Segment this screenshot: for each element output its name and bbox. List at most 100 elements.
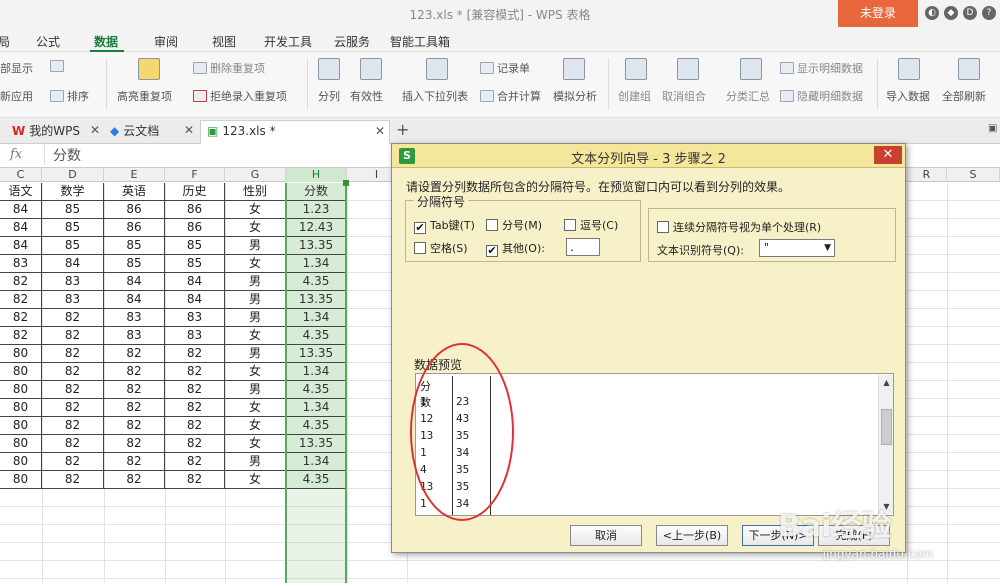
table-cell[interactable]: 82	[42, 309, 104, 327]
reapply-button[interactable]: 新应用	[0, 88, 33, 104]
close-icon[interactable]: ✕	[90, 123, 100, 137]
show-all-button[interactable]: 部显示	[0, 60, 33, 76]
table-header-cell[interactable]: 历史	[165, 183, 225, 201]
table-cell[interactable]: 83	[104, 327, 165, 345]
table-cell[interactable]: 82	[165, 363, 225, 381]
space-checkbox[interactable]: 空格(S)	[414, 240, 468, 256]
table-cell[interactable]: 83	[42, 291, 104, 309]
table-cell[interactable]: 82	[42, 417, 104, 435]
tab-data[interactable]: 数据	[94, 33, 118, 50]
record-form-button[interactable]: 记录单	[480, 60, 530, 76]
table-cell[interactable]: 女	[225, 417, 286, 435]
fx-icon[interactable]: fx	[10, 147, 22, 162]
table-cell[interactable]: 84	[165, 291, 225, 309]
tab-review[interactable]: 审阅	[154, 33, 178, 50]
merge-calc-button[interactable]: 合并计算	[480, 88, 541, 104]
table-cell[interactable]: 82	[42, 363, 104, 381]
tab-cloud[interactable]: 云服务	[334, 33, 370, 50]
table-cell[interactable]: 80	[0, 471, 42, 489]
help-icon[interactable]: ?	[982, 6, 996, 20]
ungroup-button[interactable]: 取消组合	[662, 88, 706, 104]
table-cell[interactable]: 84	[104, 273, 165, 291]
table-cell[interactable]: 83	[104, 309, 165, 327]
table-cell[interactable]: 男	[225, 237, 286, 255]
semicolon-checkbox[interactable]: 分号(M)	[486, 217, 542, 233]
new-tab-icon[interactable]: +	[396, 120, 409, 139]
table-cell[interactable]: 女	[225, 201, 286, 219]
close-icon[interactable]: ✕	[375, 124, 385, 138]
table-cell[interactable]: 85	[104, 255, 165, 273]
table-cell[interactable]: 84	[165, 273, 225, 291]
back-button[interactable]: <上一步(B)	[656, 525, 728, 546]
reject-duplicates-button[interactable]: 拒绝录入重复项	[193, 88, 287, 104]
other-checkbox[interactable]: ✔ 其他(O):	[486, 240, 545, 257]
simulate-analysis-button[interactable]: 模拟分析	[553, 88, 597, 104]
table-cell[interactable]: 80	[0, 345, 42, 363]
table-cell[interactable]: 男	[225, 453, 286, 471]
dialog-close-button[interactable]: ✕	[874, 146, 902, 164]
table-cell[interactable]: 82	[42, 381, 104, 399]
table-cell[interactable]: 82	[42, 471, 104, 489]
scroll-thumb[interactable]	[881, 409, 892, 445]
table-cell[interactable]: 男	[225, 291, 286, 309]
table-cell[interactable]: 80	[0, 363, 42, 381]
consecutive-checkbox[interactable]: 连续分隔符号视为单个处理(R)	[657, 219, 821, 235]
comma-checkbox[interactable]: 逗号(C)	[564, 217, 618, 233]
table-cell[interactable]: 82	[104, 399, 165, 417]
tab-view[interactable]: 视图	[212, 33, 236, 50]
table-cell[interactable]: 86	[104, 201, 165, 219]
table-cell[interactable]: 82	[165, 417, 225, 435]
table-cell[interactable]: 85	[165, 237, 225, 255]
skin-icon[interactable]: ◐	[925, 6, 939, 20]
table-cell[interactable]: 女	[225, 363, 286, 381]
table-cell[interactable]: 82	[42, 399, 104, 417]
table-cell[interactable]: 82	[104, 363, 165, 381]
table-cell[interactable]: 82	[165, 381, 225, 399]
table-cell[interactable]: 85	[42, 219, 104, 237]
table-cell[interactable]: 82	[0, 273, 42, 291]
table-cell[interactable]: 80	[0, 417, 42, 435]
table-cell[interactable]: 80	[0, 453, 42, 471]
table-header-cell[interactable]: 性别	[225, 183, 286, 201]
table-cell[interactable]: 84	[0, 201, 42, 219]
table-cell[interactable]: 82	[42, 345, 104, 363]
table-cell[interactable]: 80	[0, 399, 42, 417]
table-cell[interactable]: 男	[225, 381, 286, 399]
table-cell[interactable]: 83	[42, 273, 104, 291]
delete-duplicates-button[interactable]: 删除重复项	[193, 60, 265, 76]
table-cell[interactable]: 女	[225, 219, 286, 237]
close-icon[interactable]: ✕	[184, 123, 194, 137]
table-cell[interactable]: 女	[225, 471, 286, 489]
table-cell[interactable]: 82	[104, 417, 165, 435]
fill-handle[interactable]	[343, 180, 349, 186]
other-delimiter-input[interactable]: .	[566, 238, 600, 256]
table-cell[interactable]: 82	[104, 453, 165, 471]
show-detail-button[interactable]: 显示明细数据	[780, 60, 863, 76]
table-cell[interactable]: 82	[42, 327, 104, 345]
table-cell[interactable]: 82	[165, 471, 225, 489]
table-header-cell[interactable]: 数学	[42, 183, 104, 201]
subtotal-button[interactable]: 分类汇总	[726, 88, 770, 104]
scroll-up-icon[interactable]: ▲	[880, 376, 893, 389]
validity-button[interactable]: 有效性	[350, 88, 383, 104]
column-header-f[interactable]: F	[165, 168, 225, 182]
table-cell[interactable]: 85	[42, 201, 104, 219]
table-cell[interactable]: 82	[0, 327, 42, 345]
table-cell[interactable]: 83	[165, 327, 225, 345]
table-cell[interactable]: 男	[225, 273, 286, 291]
tab-smart-tools[interactable]: 智能工具箱	[390, 33, 450, 50]
table-cell[interactable]: 82	[165, 345, 225, 363]
table-cell[interactable]: 82	[104, 381, 165, 399]
table-cell[interactable]: 女	[225, 435, 286, 453]
table-cell[interactable]: 82	[165, 399, 225, 417]
split-column-button[interactable]: 分列	[318, 88, 340, 104]
table-cell[interactable]: 86	[104, 219, 165, 237]
column-header-s[interactable]: S	[947, 168, 1000, 182]
table-cell[interactable]: 85	[104, 237, 165, 255]
table-cell[interactable]: 82	[104, 471, 165, 489]
table-cell[interactable]: 80	[0, 381, 42, 399]
table-cell[interactable]: 86	[165, 219, 225, 237]
doc-tab-cloud-docs[interactable]: ◆ 云文档 ✕	[110, 122, 198, 144]
doc-tab-123-xls[interactable]: ▣ 123.xls * ✕	[200, 120, 390, 144]
tab-developer[interactable]: 开发工具	[264, 33, 312, 50]
